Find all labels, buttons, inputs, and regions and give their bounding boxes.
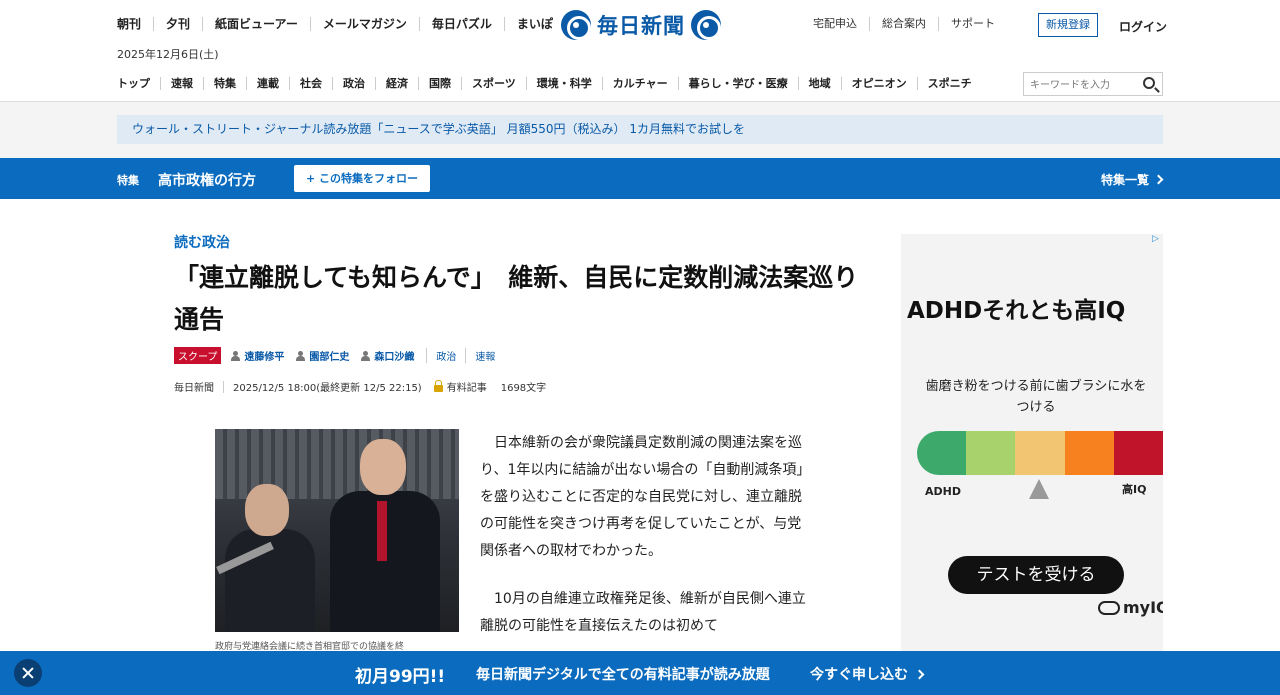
- site-header: 朝刊 夕刊 紙面ビューアー メールマガジン 毎日パズル まいぽ 2025年12月…: [0, 0, 1280, 102]
- author-link[interactable]: 森口沙織: [361, 348, 414, 363]
- main-nav-item[interactable]: 連載: [246, 77, 289, 90]
- mainichi-logo-icon: [561, 10, 591, 40]
- login-link[interactable]: ログイン: [1119, 18, 1167, 35]
- nav-morning[interactable]: 朝刊: [117, 17, 153, 31]
- divider: [223, 380, 224, 393]
- ad-choices-icon[interactable]: ▷: [1152, 234, 1162, 244]
- site-logo[interactable]: 毎日新聞: [561, 10, 721, 40]
- ad-scale-marker: [1029, 479, 1049, 499]
- article-source: 毎日新聞: [174, 383, 214, 394]
- category-link[interactable]: 政治: [426, 348, 465, 363]
- ad-logo-text: myIQ: [1123, 598, 1163, 617]
- main-nav-item[interactable]: 経済: [375, 77, 418, 90]
- author-link[interactable]: 園部仁史: [296, 348, 349, 363]
- follow-feature-button[interactable]: + この特集をフォロー: [294, 165, 430, 192]
- feature-title[interactable]: 高市政権の行方: [158, 170, 256, 190]
- feature-bar: 特集 高市政権の行方 + この特集をフォロー 特集一覧: [0, 158, 1280, 199]
- bottom-subscribe-banner: 初月99円!! 毎日新聞デジタルで全ての有料記事が読み放題 今すぐ申し込む: [0, 651, 1280, 695]
- main-nav-item[interactable]: 速報: [160, 77, 203, 90]
- paid-text: 有料記事: [446, 383, 487, 394]
- main-nav-item[interactable]: カルチャー: [601, 77, 678, 90]
- chevron-right-icon: [1153, 174, 1164, 185]
- article-body: 日本維新の会が衆院議員定数削減の関連法案を巡り、1年以内に結論が出ない場合の「自…: [480, 430, 810, 661]
- person-icon: [231, 350, 241, 361]
- author-name: 遠藤修平: [244, 352, 285, 363]
- top-nav: 朝刊 夕刊 紙面ビューアー メールマガジン 毎日パズル まいぽ: [117, 17, 565, 31]
- article-headline: 「連立離脱しても知らんで」 維新、自民に定数削減法案巡り通告: [174, 263, 859, 334]
- utility-links: 宅配申込 総合案内 サポート: [801, 17, 1007, 31]
- main-nav-item[interactable]: 国際: [418, 77, 461, 90]
- feature-list-link[interactable]: 特集一覧: [1100, 171, 1164, 188]
- promo-banner[interactable]: ウォール・ストリート・ジャーナル読み放題「ニュースで学ぶ英語」 月額550円（税…: [117, 115, 1163, 144]
- char-count: 1698文字: [500, 383, 547, 394]
- main-nav-item[interactable]: 特集: [203, 77, 246, 90]
- link-support[interactable]: サポート: [938, 17, 1007, 31]
- logo-text: 毎日新聞: [597, 14, 685, 38]
- scoop-badge: スクープ: [174, 347, 222, 364]
- nav-viewer[interactable]: 紙面ビューアー: [202, 17, 310, 31]
- ad-question: 歯磨き粉をつける前に歯ブラシに水をつける: [925, 379, 1147, 415]
- lock-icon: [433, 380, 443, 392]
- person-icon: [296, 350, 306, 361]
- nav-evening[interactable]: 夕刊: [153, 17, 202, 31]
- article-timestamp: 2025/12/5 18:00(最終更新 12/5 22:15): [233, 383, 422, 394]
- bottom-price[interactable]: 初月99円!!: [355, 662, 445, 687]
- main-nav-item[interactable]: スポニチ: [916, 77, 982, 90]
- signup-button[interactable]: 新規登録: [1038, 13, 1098, 37]
- article-area: 読む政治 「連立離脱しても知らんで」 維新、自民に定数削減法案巡り通告 スクープ…: [0, 199, 1280, 695]
- search-input[interactable]: [1024, 74, 1134, 97]
- link-info[interactable]: 総合案内: [869, 17, 938, 31]
- main-nav-item[interactable]: 地域: [797, 77, 841, 90]
- ad-scale-bar: [917, 431, 1163, 475]
- article-photo[interactable]: [215, 429, 459, 632]
- main-nav-item[interactable]: 暮らし・学び・医療: [677, 77, 798, 90]
- article-paragraph: 日本維新の会が衆院議員定数削減の関連法案を巡り、1年以内に結論が出ない場合の「自…: [480, 435, 804, 559]
- paid-label: 有料記事: [433, 379, 487, 394]
- article-meta: 毎日新聞 2025/12/5 18:00(最終更新 12/5 22:15) 有料…: [174, 379, 546, 394]
- article-byline: スクープ 遠藤修平 園部仁史 森口沙織 政治 速報: [174, 347, 504, 364]
- nav-maipo[interactable]: まいぽ: [503, 17, 565, 31]
- main-nav-item[interactable]: スポーツ: [461, 77, 526, 90]
- nav-puzzle[interactable]: 毎日パズル: [418, 17, 504, 31]
- main-nav-item[interactable]: 社会: [289, 77, 332, 90]
- category-link[interactable]: 速報: [465, 348, 504, 363]
- advertisement[interactable]: ▷ ADHDそれとも高IQ 歯磨き粉をつける前に歯ブラシに水をつける ADHD …: [901, 234, 1163, 654]
- main-nav-item[interactable]: オピニオン: [840, 77, 917, 90]
- feature-list-label: 特集一覧: [1100, 173, 1149, 187]
- person-icon: [361, 350, 371, 361]
- feature-tag: 特集: [117, 174, 139, 187]
- search-box: [1023, 72, 1163, 97]
- author-name: 園部仁史: [309, 352, 350, 363]
- ad-right-label: 高IQ: [1122, 483, 1147, 496]
- bottom-text[interactable]: 毎日新聞デジタルで全ての有料記事が読み放題: [476, 664, 770, 684]
- main-nav-item[interactable]: 政治: [332, 77, 375, 90]
- link-delivery[interactable]: 宅配申込: [801, 17, 869, 31]
- article-paragraph: 10月の自維連立政権発足後、維新が自民側へ連立離脱の可能性を直接伝えたのは初めて: [480, 591, 806, 634]
- nav-mail[interactable]: メールマガジン: [309, 17, 419, 31]
- author-link[interactable]: 遠藤修平: [231, 348, 284, 363]
- main-nav-item[interactable]: トップ: [117, 77, 160, 90]
- ad-left-label: ADHD: [925, 485, 961, 498]
- current-date: 2025年12月6日(土): [117, 48, 219, 61]
- author-name: 森口沙織: [374, 352, 415, 363]
- subscribe-now-label: 今すぐ申し込む: [810, 667, 908, 683]
- ad-title: ADHDそれとも高IQ: [907, 298, 1126, 324]
- subscribe-now-link[interactable]: 今すぐ申し込む: [810, 664, 925, 684]
- search-icon[interactable]: [1143, 77, 1155, 89]
- article-kicker[interactable]: 読む政治: [174, 232, 230, 252]
- mainichi-logo-icon: [691, 10, 721, 40]
- chevron-right-icon: [914, 669, 925, 679]
- main-nav-item[interactable]: 環境・科学: [525, 77, 602, 90]
- ad-test-button[interactable]: テストを受ける: [948, 556, 1124, 594]
- close-icon[interactable]: [14, 659, 42, 687]
- cloud-icon: [1098, 601, 1120, 615]
- main-nav: トップ 速報 特集 連載 社会 政治 経済 国際 スポーツ 環境・科学 カルチャ…: [117, 77, 982, 90]
